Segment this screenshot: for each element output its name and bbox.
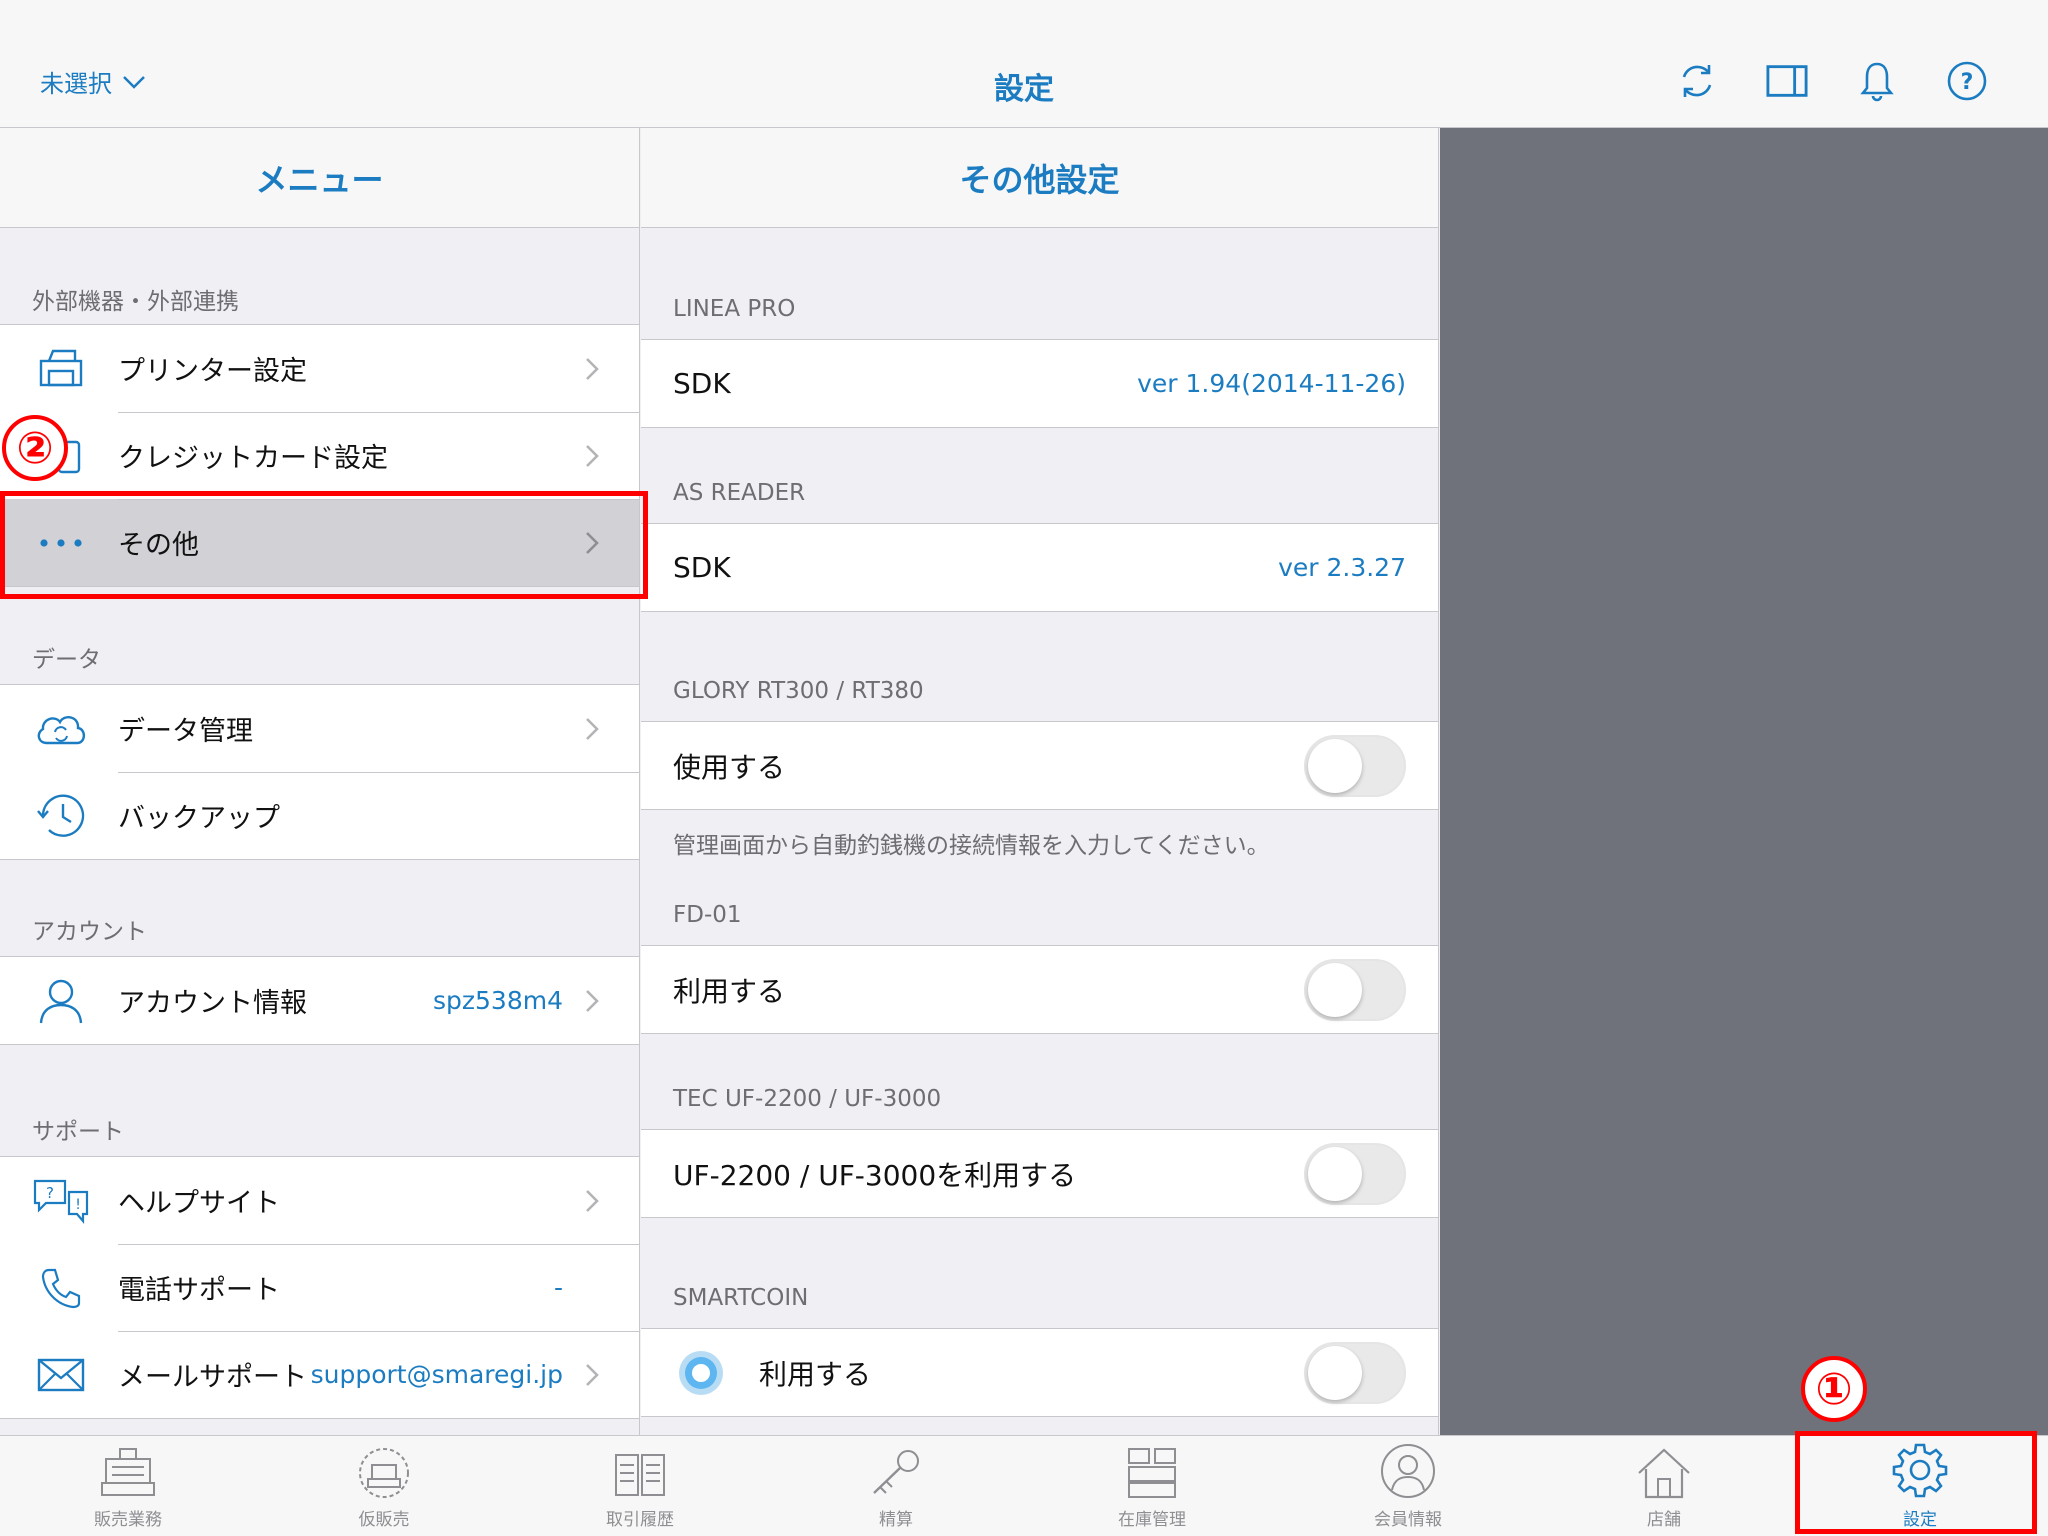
highlight-box-other bbox=[0, 491, 648, 599]
key-icon bbox=[873, 1450, 919, 1494]
group-as-reader: SDK ver 2.3.27 bbox=[641, 523, 1438, 612]
menu-group-support: ?! ヘルプサイト 電話サポート - メールサポート support@smare… bbox=[0, 1156, 639, 1419]
chevron-right-icon bbox=[586, 357, 599, 380]
linea-pro-sdk-version: ver 1.94(2014-11-26) bbox=[1137, 369, 1406, 398]
menu-item-account-info[interactable]: アカウント情報 spz538m4 bbox=[0, 957, 639, 1044]
history-clock-icon bbox=[37, 794, 85, 837]
step-marker-2: ② bbox=[2, 415, 68, 481]
mail-support-value: support@smaregi.jp bbox=[310, 1360, 563, 1389]
smartcoin-use-row: 利用する bbox=[641, 1329, 1438, 1416]
cloud-sync-icon bbox=[37, 715, 86, 744]
user-icon bbox=[39, 979, 83, 1023]
menu-item-credit-card[interactable]: クレジットカード設定 bbox=[0, 412, 639, 499]
glory-toggle[interactable] bbox=[1304, 734, 1406, 797]
menu-item-backup[interactable]: バックアップ bbox=[0, 772, 639, 859]
section-label-support: サポート bbox=[32, 1119, 124, 1145]
section-label-data: データ bbox=[32, 647, 101, 673]
menu-item-data-management[interactable]: データ管理 bbox=[0, 685, 639, 772]
menu-panel: メニュー 外部機器・外部連携 プリンター設定 クレジットカード設定 その他 デー… bbox=[0, 128, 640, 1435]
glory-use-row: 使用する bbox=[641, 722, 1438, 809]
store-selector[interactable]: 未選択 bbox=[40, 64, 146, 99]
chevron-right-icon bbox=[586, 717, 599, 740]
section-label-linea-pro: LINEA PRO bbox=[673, 296, 796, 322]
menu-group-data: データ管理 バックアップ bbox=[0, 684, 639, 860]
section-label-as-reader: AS READER bbox=[673, 480, 806, 506]
menu-item-help-site[interactable]: ?! ヘルプサイト bbox=[0, 1157, 639, 1244]
tab-label: 店舗 bbox=[1647, 1510, 1681, 1530]
step-marker-1: ① bbox=[1801, 1356, 1867, 1422]
printer-icon bbox=[39, 349, 83, 386]
tab-inventory[interactable]: 在庫管理 bbox=[1024, 1436, 1280, 1536]
chevron-right-icon bbox=[586, 444, 599, 467]
tab-label: 会員情報 bbox=[1374, 1510, 1442, 1530]
menu-header: メニュー bbox=[0, 128, 639, 228]
group-linea-pro: SDK ver 1.94(2014-11-26) bbox=[641, 339, 1438, 428]
account-id: spz538m4 bbox=[433, 986, 563, 1015]
group-smartcoin: 利用する bbox=[641, 1328, 1438, 1417]
tab-history[interactable]: 取引履歴 bbox=[512, 1436, 768, 1536]
inventory-icon bbox=[1128, 1448, 1176, 1498]
svg-text:?: ? bbox=[46, 1184, 54, 1202]
tab-label: 仮販売 bbox=[358, 1510, 410, 1530]
tab-members[interactable]: 会員情報 bbox=[1280, 1436, 1536, 1536]
store-selector-label: 未選択 bbox=[40, 70, 112, 98]
tab-bar: 販売業務 仮販売 取引履歴 精算 在庫管理 会員情報 店舗 設定 bbox=[0, 1435, 2048, 1536]
detail-header: その他設定 bbox=[641, 128, 1438, 228]
as-reader-sdk-version: ver 2.3.27 bbox=[1278, 553, 1406, 582]
group-tec: UF-2200 / UF-3000を利用する bbox=[641, 1129, 1438, 1218]
section-label-fd01: FD-01 bbox=[673, 902, 742, 928]
section-label-account: アカウント bbox=[32, 919, 147, 945]
tab-label: 販売業務 bbox=[94, 1510, 162, 1530]
store-icon bbox=[1638, 1448, 1690, 1499]
tab-label: 在庫管理 bbox=[1118, 1510, 1186, 1530]
menu-item-mail-support[interactable]: メールサポート support@smaregi.jp bbox=[0, 1331, 639, 1418]
empty-side-panel bbox=[1440, 128, 2048, 1435]
menu-group-account: アカウント情報 spz538m4 bbox=[0, 956, 639, 1045]
group-glory: 使用する bbox=[641, 721, 1438, 810]
bell-icon[interactable] bbox=[1856, 60, 1898, 102]
chevron-right-icon bbox=[586, 1189, 599, 1212]
menu-item-phone-support[interactable]: 電話サポート - bbox=[0, 1244, 639, 1331]
register-icon bbox=[101, 1448, 155, 1496]
smartcoin-toggle[interactable] bbox=[1304, 1341, 1406, 1404]
loading-spinner-icon bbox=[679, 1350, 723, 1395]
tab-temp-sales[interactable]: 仮販売 bbox=[256, 1436, 512, 1536]
mail-icon bbox=[37, 1358, 85, 1391]
chevron-right-icon bbox=[586, 1363, 599, 1386]
section-label-tec: TEC UF-2200 / UF-3000 bbox=[673, 1086, 942, 1112]
menu-item-printer[interactable]: プリンター設定 bbox=[0, 325, 639, 412]
section-label-external: 外部機器・外部連携 bbox=[32, 289, 239, 315]
tec-use-row: UF-2200 / UF-3000を利用する bbox=[641, 1130, 1438, 1217]
tab-sales[interactable]: 販売業務 bbox=[0, 1436, 256, 1536]
tec-toggle[interactable] bbox=[1304, 1142, 1406, 1205]
refresh-icon[interactable] bbox=[1676, 60, 1718, 102]
help-chat-icon: ?! bbox=[33, 1179, 89, 1224]
svg-text:?: ? bbox=[1961, 70, 1974, 95]
tab-store[interactable]: 店舗 bbox=[1536, 1436, 1792, 1536]
temp-register-icon bbox=[359, 1448, 409, 1498]
glory-note: 管理画面から自動釣銭機の接続情報を入力してください。 bbox=[673, 833, 1270, 859]
chevron-down-icon bbox=[123, 75, 145, 89]
fd01-toggle[interactable] bbox=[1304, 958, 1406, 1021]
member-icon bbox=[1381, 1444, 1435, 1498]
section-label-glory: GLORY RT300 / RT380 bbox=[673, 678, 924, 704]
detail-panel: その他設定 LINEA PRO SDK ver 1.94(2014-11-26)… bbox=[641, 128, 1439, 1435]
tab-settlement[interactable]: 精算 bbox=[768, 1436, 1024, 1536]
phone-icon bbox=[41, 1268, 81, 1308]
help-icon[interactable]: ? bbox=[1946, 60, 1988, 102]
chevron-right-icon bbox=[586, 989, 599, 1012]
highlight-box-settings bbox=[1795, 1431, 2037, 1534]
navigation-bar: 未選択 設定 ? bbox=[0, 0, 2048, 128]
svg-text:!: ! bbox=[75, 1197, 81, 1213]
phone-support-value: - bbox=[553, 1273, 563, 1302]
as-reader-sdk-row: SDK ver 2.3.27 bbox=[673, 551, 1406, 584]
group-fd01: 利用する bbox=[641, 945, 1438, 1034]
linea-pro-sdk-row: SDK ver 1.94(2014-11-26) bbox=[673, 367, 1406, 400]
fd01-use-row: 利用する bbox=[641, 946, 1438, 1033]
split-view-icon[interactable] bbox=[1766, 60, 1808, 102]
tab-label: 取引履歴 bbox=[606, 1510, 674, 1530]
history-book-icon bbox=[615, 1454, 665, 1496]
tab-label: 精算 bbox=[879, 1510, 913, 1530]
section-label-smartcoin: SMARTCOIN bbox=[673, 1285, 809, 1311]
